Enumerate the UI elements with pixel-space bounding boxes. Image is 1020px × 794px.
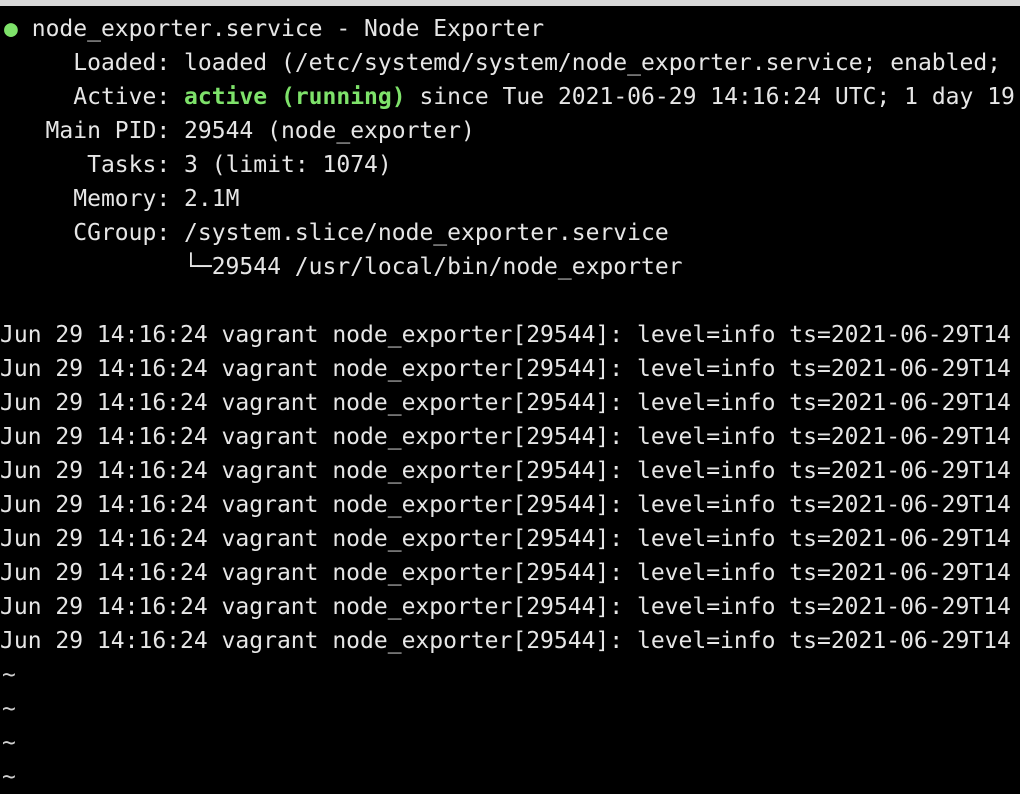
log-line: Jun 29 14:16:24 vagrant node_exporter[29… (0, 424, 1011, 450)
cgroup-child-line: └─29544 /usr/local/bin/node_exporter (4, 250, 683, 284)
cgroup-child-process: └─29544 /usr/local/bin/node_exporter (184, 254, 683, 280)
memory-value: 2.1M (184, 186, 240, 212)
pager-empty-line: ~ (2, 730, 16, 756)
active-since: since Tue 2021-06-29 14:16:24 UTC; 1 day… (419, 84, 1015, 110)
main-pid-value: 29544 (node_exporter) (184, 118, 475, 144)
pager-empty-line: ~ (2, 662, 16, 688)
cgroup-value: /system.slice/node_exporter.service (184, 220, 669, 246)
active-state: active (running) (184, 84, 406, 110)
log-line: Jun 29 14:16:24 vagrant node_exporter[29… (0, 322, 1011, 348)
log-line: Jun 29 14:16:24 vagrant node_exporter[29… (0, 526, 1011, 552)
loaded-line: Loaded: loaded (/etc/systemd/system/node… (4, 46, 1001, 80)
memory-label: Memory: (73, 186, 171, 212)
tasks-value: 3 (limit: 1074) (184, 152, 392, 178)
active-line: Active: active (running) since Tue 2021-… (4, 80, 1015, 114)
main-pid-label: Main PID: (45, 118, 171, 144)
log-line: Jun 29 14:16:24 vagrant node_exporter[29… (0, 390, 1011, 416)
service-title: node_exporter.service - Node Exporter (31, 16, 545, 42)
memory-line: Memory: 2.1M (4, 182, 239, 216)
main-pid-line: Main PID: 29544 (node_exporter) (4, 114, 475, 148)
cgroup-line: CGroup: /system.slice/node_exporter.serv… (4, 216, 669, 250)
log-line: Jun 29 14:16:24 vagrant node_exporter[29… (0, 492, 1011, 518)
log-line: Jun 29 14:16:24 vagrant node_exporter[29… (0, 356, 1011, 382)
log-line: Jun 29 14:16:24 vagrant node_exporter[29… (0, 628, 1011, 654)
status-bullet-icon: ● (4, 16, 18, 42)
tasks-label: Tasks: (87, 152, 171, 178)
tasks-line: Tasks: 3 (limit: 1074) (4, 148, 392, 182)
log-line: Jun 29 14:16:24 vagrant node_exporter[29… (0, 458, 1011, 484)
pager-empty-line: ~ (2, 764, 16, 790)
cgroup-label: CGroup: (73, 220, 171, 246)
loaded-value: loaded (/etc/systemd/system/node_exporte… (184, 50, 1002, 76)
active-label: Active: (73, 84, 171, 110)
log-line: Jun 29 14:16:24 vagrant node_exporter[29… (0, 560, 1011, 586)
loaded-label: Loaded: (73, 50, 171, 76)
terminal-output[interactable]: ● node_exporter.service - Node Exporter … (0, 6, 1020, 794)
log-line: Jun 29 14:16:24 vagrant node_exporter[29… (0, 594, 1011, 620)
pager-empty-line: ~ (2, 696, 16, 722)
service-title-line: ● node_exporter.service - Node Exporter (4, 12, 544, 46)
